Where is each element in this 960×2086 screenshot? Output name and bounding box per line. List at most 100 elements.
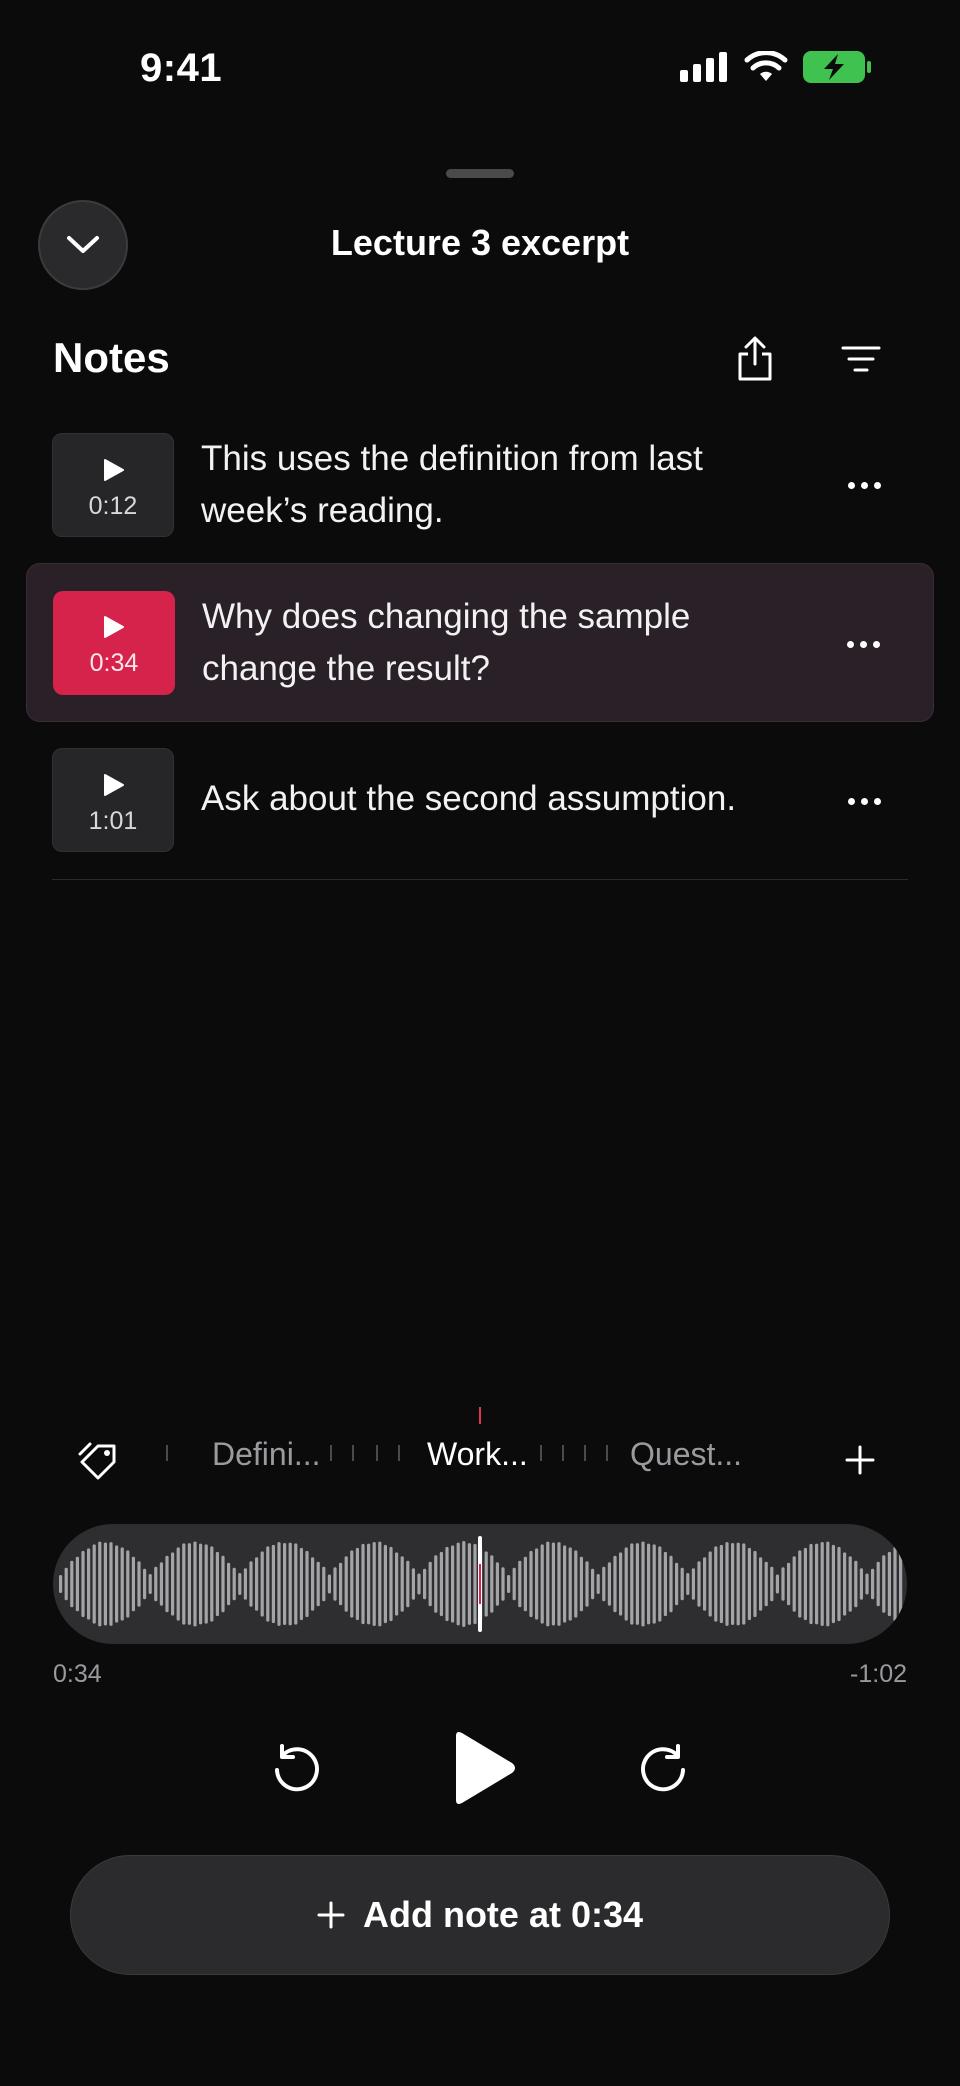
waveform-bar	[283, 1543, 287, 1625]
waveform-bar	[372, 1542, 376, 1626]
sheet-title: Lecture 3 excerpt	[330, 222, 630, 263]
waveform-bar	[619, 1552, 623, 1616]
waveform-bar	[871, 1568, 875, 1600]
waveform-scrubber[interactable]	[53, 1524, 907, 1644]
waveform-bar	[428, 1561, 432, 1607]
waveform-bar	[613, 1555, 617, 1613]
waveform-bar	[747, 1547, 751, 1621]
waveform-bar	[87, 1548, 91, 1620]
note-more-button[interactable]	[834, 771, 894, 831]
tag-strip-tick	[166, 1445, 168, 1461]
waveform-bar	[686, 1573, 690, 1595]
notes-heading: Notes	[53, 334, 170, 381]
waveform-bar	[171, 1552, 175, 1616]
waveform-bar	[596, 1574, 600, 1594]
note-play-button[interactable]: 0:34	[53, 591, 175, 695]
play-icon	[456, 1732, 515, 1804]
tag-strip-tick	[540, 1445, 542, 1461]
status-time: 9:41	[140, 46, 223, 90]
note-play-button[interactable]: 1:01	[52, 748, 174, 852]
waveform-bar	[154, 1566, 158, 1602]
waveform-bar	[176, 1547, 180, 1621]
waveform-bar	[518, 1560, 522, 1608]
waveform-bar	[658, 1546, 662, 1622]
waveform-bar	[697, 1561, 701, 1607]
waveform-bar	[456, 1542, 460, 1626]
waveform-bar	[383, 1544, 387, 1624]
waveform-bar	[159, 1562, 163, 1606]
waveform-bar	[204, 1544, 208, 1624]
waveform-bar	[630, 1543, 634, 1625]
share-button[interactable]	[728, 332, 782, 386]
waveform-bar	[854, 1560, 858, 1608]
waveform-bar	[624, 1547, 628, 1621]
waveform-bar	[311, 1557, 315, 1611]
sheet-grabber[interactable]	[446, 169, 514, 178]
waveform-bar	[81, 1550, 85, 1618]
waveform-bar	[339, 1562, 343, 1606]
waveform-bar	[523, 1556, 527, 1612]
waveform-bar	[411, 1568, 415, 1600]
forward-button[interactable]	[636, 1740, 692, 1796]
note-row-active[interactable]: 0:34 Why does changing the sample change…	[26, 563, 934, 722]
waveform-bar	[305, 1550, 309, 1618]
waveform-bar	[591, 1568, 595, 1600]
note-play-button[interactable]: 0:12	[52, 433, 174, 537]
tag-strip-tick	[398, 1445, 400, 1461]
sort-button[interactable]	[834, 332, 888, 386]
waveform-bar	[395, 1552, 399, 1616]
waveform-bar	[820, 1542, 824, 1626]
waveform-bar	[882, 1555, 886, 1613]
note-row[interactable]: 0:12 This uses the definition from last …	[26, 422, 934, 548]
sort-lines-icon	[841, 346, 881, 372]
waveform-bar	[434, 1555, 438, 1613]
tag-icon	[78, 1442, 116, 1480]
waveform-bar	[792, 1556, 796, 1612]
waveform-bar	[865, 1573, 869, 1595]
add-note-button[interactable]: Add note at 0:34	[70, 1855, 890, 1975]
waveform-bar	[759, 1557, 763, 1611]
note-text: Why does changing the sample change the …	[202, 597, 691, 688]
note-text: This uses the definition from last week’…	[201, 439, 703, 530]
waveform-bar	[703, 1557, 707, 1611]
rewind-icon	[275, 1744, 319, 1792]
waveform-bar	[148, 1574, 152, 1594]
tag-strip-tick	[562, 1445, 564, 1461]
tag-chip[interactable]: Quest...	[630, 1436, 742, 1473]
waveform-bar	[831, 1544, 835, 1624]
add-tag-button[interactable]	[840, 1438, 880, 1482]
tag-chip-selected[interactable]: Work...	[427, 1436, 528, 1473]
waveform-bar	[843, 1552, 847, 1616]
list-divider	[52, 879, 908, 880]
battery-icon	[803, 51, 871, 83]
tag-chip[interactable]: Defini...	[212, 1436, 320, 1473]
waveform-bar	[451, 1545, 455, 1623]
waveform-bar	[299, 1547, 303, 1621]
waveform-bar	[59, 1575, 63, 1593]
waveform-bar	[484, 1551, 488, 1617]
tag-strip-tick	[376, 1445, 378, 1461]
waveform-bar	[535, 1548, 539, 1620]
note-more-button[interactable]	[833, 614, 893, 674]
rewind-button[interactable]	[268, 1740, 324, 1796]
waveform-bar	[815, 1543, 819, 1625]
waveform-bar	[495, 1562, 499, 1606]
waveform-bar	[467, 1543, 471, 1625]
play-button[interactable]	[448, 1728, 520, 1808]
waveform-bar	[887, 1551, 891, 1617]
waveform-bar	[316, 1561, 320, 1607]
waveform-bar	[277, 1542, 281, 1626]
waveform-bar	[899, 1545, 903, 1623]
tag-button[interactable]	[76, 1438, 124, 1486]
waveform-bar	[350, 1550, 354, 1618]
waveform-bar	[193, 1541, 197, 1627]
waveform-bar	[361, 1543, 365, 1625]
waveform-bar	[675, 1562, 679, 1606]
waveform-bar	[568, 1547, 572, 1621]
waveform-bar	[736, 1542, 740, 1626]
note-more-button[interactable]	[834, 455, 894, 515]
waveform-bar	[635, 1543, 639, 1625]
note-row[interactable]: 1:01 Ask about the second assumption.	[26, 737, 934, 863]
waveform-bar	[753, 1550, 757, 1618]
waveform-bar	[787, 1562, 791, 1606]
